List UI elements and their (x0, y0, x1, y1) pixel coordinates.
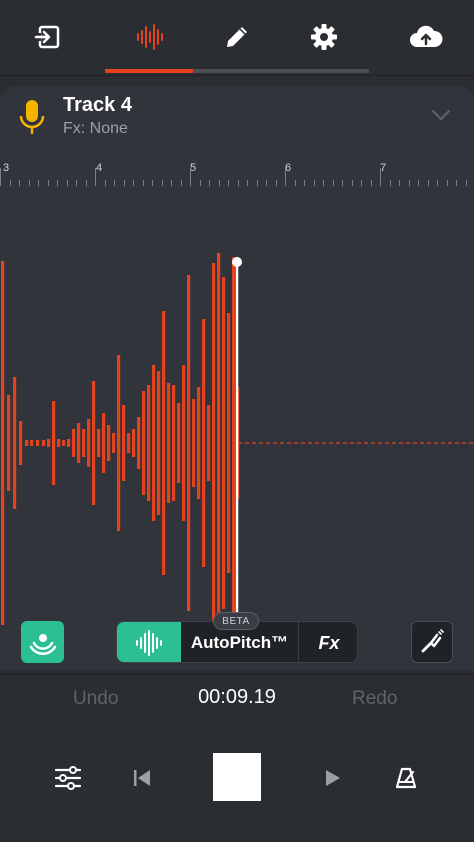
stop-button[interactable] (213, 753, 261, 801)
skip-back-icon (134, 770, 150, 786)
waveform-bar (177, 403, 181, 483)
beta-badge: BETA (213, 612, 259, 630)
tab-edit[interactable] (207, 14, 267, 60)
transport-bar (0, 740, 474, 820)
track-name: Track 4 (63, 94, 132, 116)
waveform-bar (217, 253, 221, 633)
track-header[interactable]: Track 4 Fx: None (0, 86, 474, 150)
fx-button[interactable]: Fx (299, 622, 357, 662)
waveform-bar (82, 429, 86, 457)
track-fx: Fx: None (63, 120, 128, 137)
metronome-icon (395, 767, 417, 789)
waveform-bar (42, 440, 46, 446)
waveform-bar (25, 440, 29, 446)
waveform-bar (132, 429, 136, 457)
waveform-bar (122, 405, 126, 481)
ruler-label: 3 (3, 162, 10, 174)
divider (0, 674, 474, 675)
waveform-bar (77, 423, 81, 463)
redo-button[interactable]: Redo (352, 688, 397, 710)
waveform-bar (202, 319, 206, 567)
waveform-bar (117, 355, 121, 531)
waveform-bar (92, 381, 96, 505)
waveform-bar (62, 440, 66, 446)
waveform-bar (232, 257, 236, 629)
waveform-bar (112, 433, 116, 453)
tab-settings[interactable] (294, 14, 354, 60)
waveform-bar (147, 385, 151, 501)
mixer-button[interactable] (50, 760, 86, 796)
waveform-bar (97, 429, 101, 457)
waveform-bar (192, 399, 196, 487)
waveform-bar (197, 387, 201, 499)
metronome-button[interactable] (388, 760, 424, 796)
waveform-bar (212, 263, 216, 623)
play-button[interactable] (316, 760, 348, 796)
waveform-bar (87, 419, 91, 467)
elapsed-time: 00:09.19 (198, 686, 276, 708)
cloud-upload-button[interactable] (396, 14, 456, 60)
audio-wave-icon (136, 630, 162, 656)
playhead-top-handle[interactable] (232, 257, 242, 267)
skip-back-button[interactable] (126, 760, 158, 796)
cloud-upload-icon (410, 25, 443, 47)
waveform-bar (142, 391, 146, 495)
waveform-bar (157, 371, 161, 515)
exit-button[interactable] (18, 14, 78, 60)
monitor-button[interactable] (21, 621, 64, 663)
waveform-bar (187, 275, 191, 611)
ruler-label: 4 (96, 162, 103, 174)
tuning-fork-button[interactable] (411, 621, 453, 663)
waveform-bar (1, 261, 5, 625)
broadcast-icon (29, 634, 56, 655)
waveform-bar (107, 425, 111, 461)
waveform-view-button[interactable] (117, 622, 181, 662)
track-panel: Track 4 Fx: None 3 4 5 6 7 (0, 86, 474, 670)
waveform-bar (67, 439, 71, 447)
microphone-icon (19, 100, 45, 134)
waveform-bar (167, 383, 171, 503)
tab-indicator (105, 69, 369, 73)
waveform-bar (57, 439, 61, 447)
tab-waveform[interactable] (120, 14, 180, 60)
waveform-bar (13, 377, 17, 509)
gear-icon (311, 24, 337, 50)
waveform-bar (152, 365, 156, 521)
waveform[interactable] (0, 174, 474, 674)
waveform-bar (222, 277, 226, 609)
waveform-bar (36, 440, 40, 446)
waveform-bar (182, 365, 186, 521)
waveform-bar (30, 440, 34, 446)
waveform-bar (172, 385, 176, 501)
waveform-bar (52, 401, 56, 485)
waveform-bar (127, 433, 131, 453)
waveform-bar (7, 395, 11, 491)
exit-icon (34, 25, 60, 49)
waveform-bar (102, 413, 106, 473)
divider (0, 75, 474, 76)
tuning-fork-icon (421, 629, 444, 653)
top-nav (0, 0, 474, 74)
waveform-bar (72, 429, 76, 457)
mixer-sliders-icon (54, 766, 82, 790)
chevron-down-icon[interactable] (430, 108, 452, 122)
play-icon (326, 770, 340, 786)
waveform-bar (47, 439, 51, 447)
pencil-icon (227, 27, 247, 47)
waveform-bar (162, 311, 166, 575)
waveform-bar (19, 421, 23, 465)
waveform-bar (207, 405, 211, 481)
waveform-icon (137, 24, 163, 50)
waveform-bar (137, 417, 141, 469)
waveform-bar (227, 313, 231, 573)
